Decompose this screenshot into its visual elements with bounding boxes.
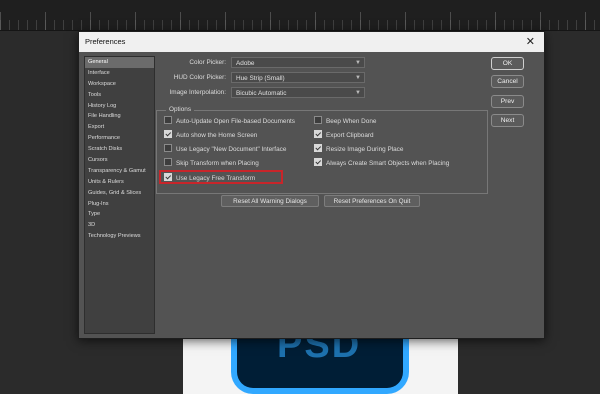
option-label: Auto show the Home Screen [176, 132, 258, 139]
checkbox[interactable] [314, 116, 322, 124]
sidebar-item-units-rulers[interactable]: Units & Rulers [85, 177, 154, 188]
image-interpolation-value: Bicubic Automatic [236, 90, 287, 97]
sidebar-item-history-log[interactable]: History Log [85, 101, 154, 112]
checkbox[interactable] [314, 130, 322, 138]
option-smart-objects[interactable]: Always Create Smart Objects when Placing [314, 158, 449, 168]
checkbox[interactable] [314, 158, 322, 166]
color-picker-value: Adobe [236, 60, 255, 67]
sidebar-item-file-handling[interactable]: File Handling [85, 111, 154, 122]
image-interpolation-row: Image Interpolation: Bicubic Automatic ▼ [79, 87, 369, 99]
color-picker-row: Color Picker: Adobe ▼ [79, 57, 369, 69]
option-export-clipboard[interactable]: Export Clipboard [314, 130, 374, 140]
sidebar-item-plug-ins[interactable]: Plug-Ins [85, 199, 154, 210]
sidebar-item-performance[interactable]: Performance [85, 133, 154, 144]
document-canvas: PSD [183, 324, 458, 394]
sidebar-item-technology-previews[interactable]: Technology Previews [85, 231, 154, 242]
option-label: Skip Transform when Placing [176, 160, 259, 167]
color-picker-select[interactable]: Adobe ▼ [231, 57, 365, 68]
top-ruler [0, 0, 600, 31]
sidebar-item-scratch-disks[interactable]: Scratch Disks [85, 144, 154, 155]
checkbox[interactable] [164, 144, 172, 152]
hud-color-picker-value: Hue Strip (Small) [236, 75, 285, 82]
image-interpolation-label: Image Interpolation: [169, 89, 227, 96]
chevron-down-icon: ▼ [355, 60, 361, 66]
close-icon[interactable]: ✕ [526, 32, 535, 52]
next-button[interactable]: Next [491, 114, 524, 127]
hud-color-picker-label: HUD Color Picker: [173, 74, 226, 81]
hud-color-picker-row: HUD Color Picker: Hue Strip (Small) ▼ [79, 72, 369, 84]
sidebar-item-transparency-gamut[interactable]: Transparency & Gamut [85, 166, 154, 177]
sidebar-item-export[interactable]: Export [85, 122, 154, 133]
sidebar-item-guides-grid-slices[interactable]: Guides, Grid & Slices [85, 188, 154, 199]
checkbox[interactable] [314, 144, 322, 152]
option-label: Export Clipboard [326, 132, 374, 139]
option-legacy-new-document[interactable]: Use Legacy "New Document" Interface [164, 144, 286, 154]
option-auto-update[interactable]: Auto-Update Open File-based Documents [164, 116, 295, 126]
option-label: Resize Image During Place [326, 146, 404, 153]
reset-warning-dialogs-button[interactable]: Reset All Warning Dialogs [221, 195, 319, 207]
psd-logo: PSD [231, 324, 409, 394]
chevron-down-icon: ▼ [355, 90, 361, 96]
option-beep-when-done[interactable]: Beep When Done [314, 116, 376, 126]
options-legend: Options [166, 106, 195, 113]
option-label: Use Legacy "New Document" Interface [176, 146, 287, 153]
checkbox[interactable] [164, 116, 172, 124]
preferences-dialog: Preferences ✕ General Interface Workspace T… [78, 31, 545, 339]
chevron-down-icon: ▼ [355, 75, 361, 81]
ok-button[interactable]: OK [491, 57, 524, 70]
sidebar-item-3d[interactable]: 3D [85, 220, 154, 231]
option-auto-home-screen[interactable]: Auto show the Home Screen [164, 130, 257, 140]
highlight-box [159, 170, 283, 184]
option-label: Beep When Done [326, 118, 377, 125]
cancel-button[interactable]: Cancel [491, 75, 524, 88]
sidebar-item-cursors[interactable]: Cursors [85, 155, 154, 166]
checkbox[interactable] [164, 158, 172, 166]
dialog-title: Preferences [85, 37, 126, 46]
image-interpolation-select[interactable]: Bicubic Automatic ▼ [231, 87, 365, 98]
dialog-titlebar: Preferences ✕ [79, 32, 544, 52]
prev-button[interactable]: Prev [491, 95, 524, 108]
checkbox[interactable] [164, 130, 172, 138]
color-picker-label: Color Picker: [189, 59, 226, 66]
sidebar-item-type[interactable]: Type [85, 209, 154, 220]
option-resize-image[interactable]: Resize Image During Place [314, 144, 403, 154]
reset-preferences-button[interactable]: Reset Preferences On Quit [324, 195, 420, 207]
option-label: Auto-Update Open File-based Documents [176, 118, 296, 125]
option-label: Always Create Smart Objects when Placing [326, 160, 450, 167]
option-skip-transform[interactable]: Skip Transform when Placing [164, 158, 259, 168]
ruler-major-ticks [0, 12, 600, 30]
hud-color-picker-select[interactable]: Hue Strip (Small) ▼ [231, 72, 365, 83]
